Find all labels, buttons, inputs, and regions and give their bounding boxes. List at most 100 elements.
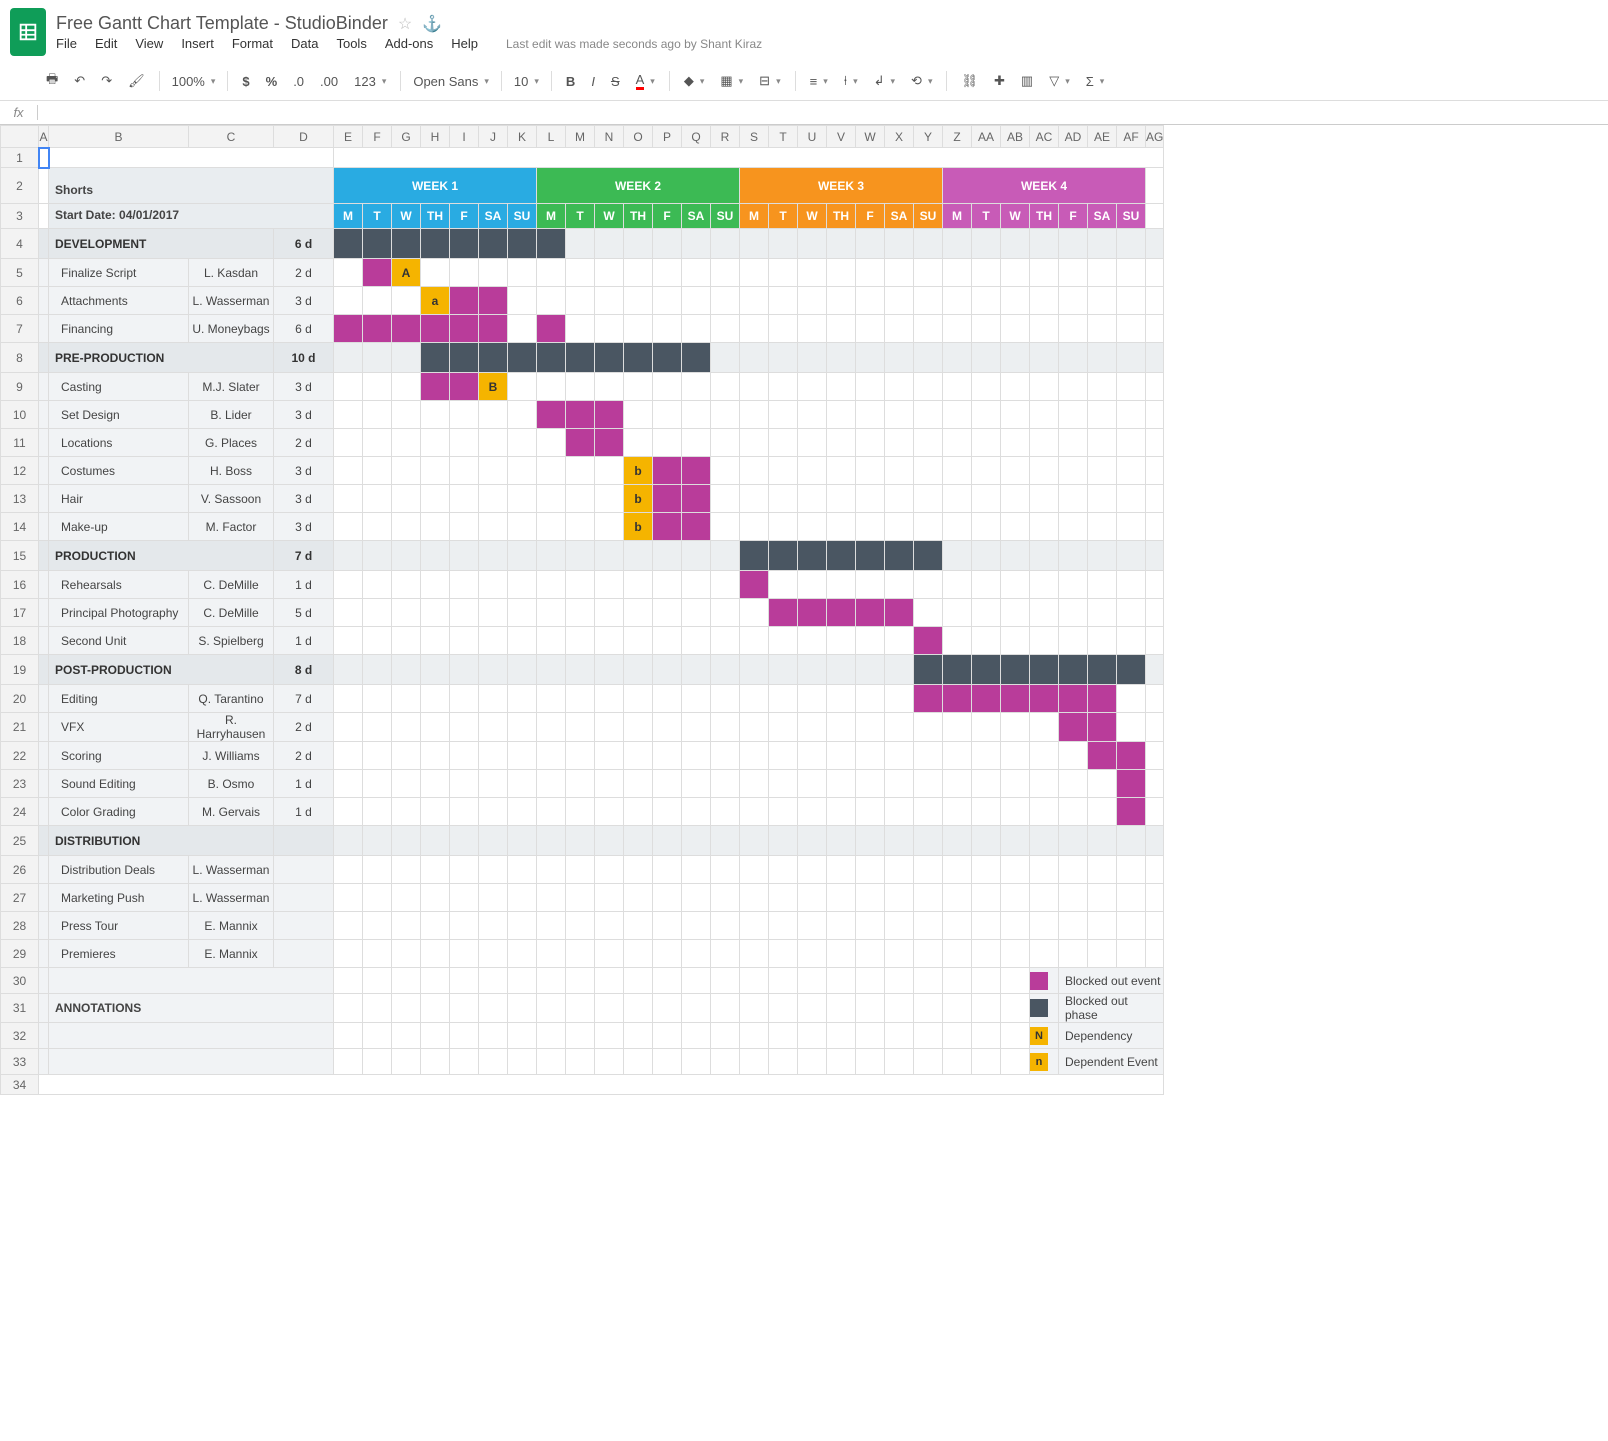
gantt-cell[interactable] <box>1059 713 1088 742</box>
gantt-cell[interactable] <box>479 912 508 940</box>
gantt-cell[interactable] <box>450 401 479 429</box>
task-duration[interactable]: 3 d <box>274 373 334 401</box>
gantt-cell[interactable] <box>479 856 508 884</box>
gantt-cell[interactable] <box>334 259 363 287</box>
gantt-cell[interactable] <box>421 259 450 287</box>
gantt-cell[interactable] <box>798 742 827 770</box>
gantt-cell[interactable] <box>392 229 421 259</box>
gantt-cell[interactable] <box>450 599 479 627</box>
gantt-cell[interactable] <box>450 655 479 685</box>
col-header-D[interactable]: D <box>274 126 334 148</box>
task-name[interactable]: Second Unit <box>49 627 189 655</box>
gantt-cell[interactable] <box>334 685 363 713</box>
gantt-cell[interactable] <box>1059 287 1088 315</box>
gantt-cell[interactable] <box>885 798 914 826</box>
gantt-cell[interactable] <box>827 343 856 373</box>
gantt-cell[interactable] <box>1030 599 1059 627</box>
bold-icon[interactable]: B <box>560 70 581 93</box>
gantt-cell[interactable] <box>653 940 682 968</box>
gantt-cell[interactable] <box>450 457 479 485</box>
gantt-cell[interactable] <box>479 571 508 599</box>
gantt-cell[interactable] <box>508 315 537 343</box>
gantt-cell[interactable] <box>508 713 537 742</box>
task-owner[interactable]: B. Lider <box>189 401 274 429</box>
gantt-cell[interactable] <box>943 485 972 513</box>
gantt-cell[interactable] <box>972 655 1001 685</box>
star-icon[interactable]: ☆ <box>398 14 412 34</box>
gantt-cell[interactable] <box>972 541 1001 571</box>
gantt-cell[interactable] <box>479 513 508 541</box>
gantt-cell[interactable] <box>595 884 624 912</box>
gantt-cell[interactable] <box>653 457 682 485</box>
gantt-cell[interactable] <box>798 315 827 343</box>
gantt-cell[interactable] <box>363 655 392 685</box>
col-header-P[interactable]: P <box>653 126 682 148</box>
col-header-L[interactable]: L <box>537 126 566 148</box>
gantt-cell[interactable] <box>566 655 595 685</box>
task-name[interactable]: Costumes <box>49 457 189 485</box>
sheets-logo-icon[interactable] <box>10 8 46 56</box>
gantt-cell[interactable] <box>450 884 479 912</box>
gantt-cell[interactable] <box>682 798 711 826</box>
gantt-cell[interactable] <box>682 229 711 259</box>
gantt-cell[interactable] <box>1001 485 1030 513</box>
col-header-I[interactable]: I <box>450 126 479 148</box>
gantt-cell[interactable] <box>798 940 827 968</box>
gantt-cell[interactable] <box>450 485 479 513</box>
task-owner[interactable]: C. DeMille <box>189 599 274 627</box>
gantt-cell[interactable] <box>856 599 885 627</box>
row-header-23[interactable]: 23 <box>1 770 39 798</box>
gantt-cell[interactable] <box>566 541 595 571</box>
gantt-cell[interactable] <box>682 457 711 485</box>
gantt-cell[interactable] <box>943 742 972 770</box>
gantt-cell[interactable] <box>972 343 1001 373</box>
gantt-cell[interactable] <box>827 259 856 287</box>
gantt-cell[interactable] <box>943 940 972 968</box>
gantt-cell[interactable] <box>827 229 856 259</box>
col-header-H[interactable]: H <box>421 126 450 148</box>
merge-icon[interactable]: ⊟ <box>753 69 786 93</box>
gantt-cell[interactable] <box>914 912 943 940</box>
col-header-AA[interactable]: AA <box>972 126 1001 148</box>
gantt-cell[interactable] <box>334 798 363 826</box>
gantt-cell[interactable] <box>1117 627 1146 655</box>
gantt-cell[interactable] <box>508 856 537 884</box>
gantt-cell[interactable] <box>1030 259 1059 287</box>
gantt-cell[interactable] <box>856 373 885 401</box>
gantt-cell[interactable] <box>363 912 392 940</box>
gantt-cell[interactable] <box>1030 798 1059 826</box>
gantt-cell[interactable] <box>479 655 508 685</box>
gantt-cell[interactable] <box>682 856 711 884</box>
menu-data[interactable]: Data <box>291 36 318 51</box>
gantt-cell[interactable] <box>1088 770 1117 798</box>
gantt-cell[interactable] <box>885 343 914 373</box>
gantt-cell[interactable] <box>1117 457 1146 485</box>
gantt-cell[interactable] <box>682 541 711 571</box>
gantt-cell[interactable] <box>1059 401 1088 429</box>
gantt-cell[interactable] <box>769 884 798 912</box>
gantt-cell[interactable] <box>1059 655 1088 685</box>
gantt-cell[interactable] <box>1030 770 1059 798</box>
gantt-cell[interactable] <box>914 713 943 742</box>
gantt-cell[interactable] <box>1030 429 1059 457</box>
task-name[interactable]: Hair <box>49 485 189 513</box>
gantt-cell[interactable] <box>566 798 595 826</box>
gantt-cell[interactable] <box>624 343 653 373</box>
gantt-cell[interactable] <box>856 713 885 742</box>
gantt-cell[interactable] <box>827 373 856 401</box>
col-header-R[interactable]: R <box>711 126 740 148</box>
gantt-cell[interactable] <box>914 599 943 627</box>
gantt-cell[interactable] <box>392 373 421 401</box>
gantt-cell[interactable] <box>1030 571 1059 599</box>
gantt-cell[interactable] <box>798 457 827 485</box>
task-owner[interactable]: R. Harryhausen <box>189 713 274 742</box>
gantt-cell[interactable] <box>885 229 914 259</box>
gantt-cell[interactable] <box>653 259 682 287</box>
gantt-cell[interactable] <box>682 685 711 713</box>
gantt-cell[interactable] <box>943 770 972 798</box>
menu-view[interactable]: View <box>135 36 163 51</box>
gantt-cell[interactable] <box>1088 373 1117 401</box>
gantt-cell[interactable] <box>421 429 450 457</box>
gantt-cell[interactable] <box>972 770 1001 798</box>
gantt-cell[interactable] <box>1059 229 1088 259</box>
